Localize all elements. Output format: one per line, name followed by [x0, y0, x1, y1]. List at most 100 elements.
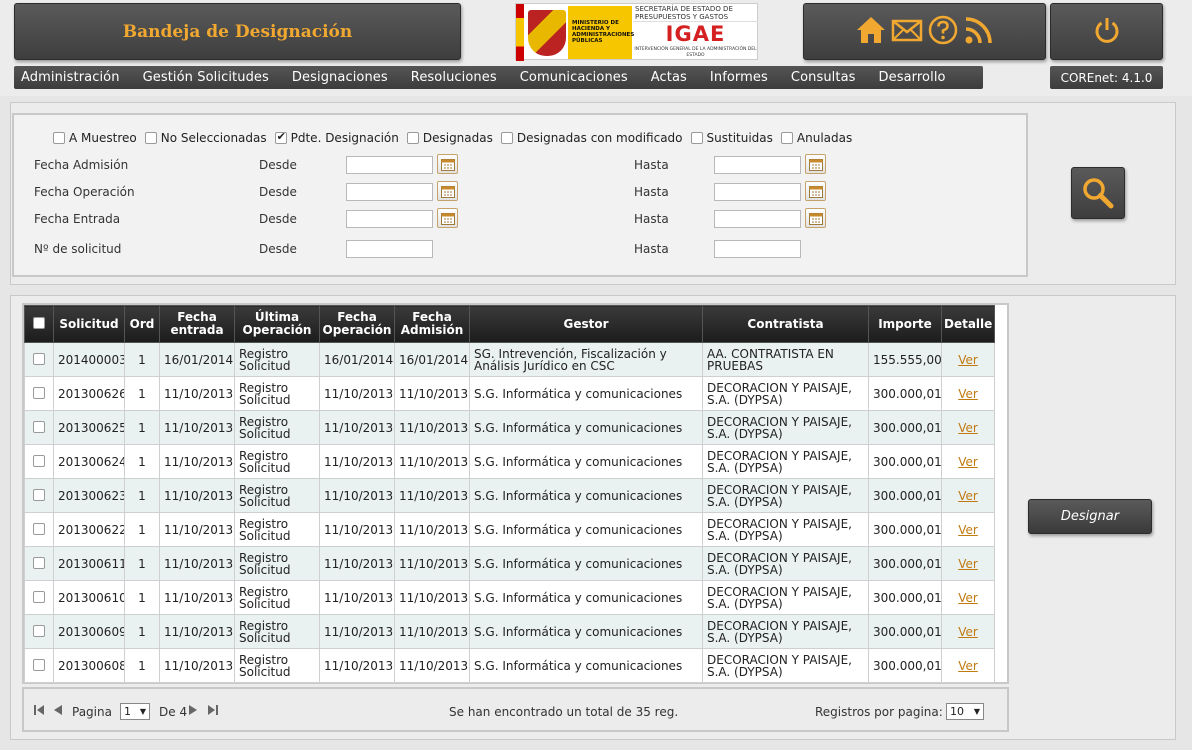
- menu-resoluciones[interactable]: Resoluciones: [411, 70, 497, 85]
- row-checkbox[interactable]: [33, 658, 45, 671]
- fecha-admision-desde-input[interactable]: [346, 156, 433, 174]
- fecha-entrada-desde-input[interactable]: [346, 210, 433, 228]
- menu-desarrollo[interactable]: Desarrollo: [879, 70, 946, 85]
- state-sustituidas[interactable]: Sustituidas: [690, 131, 773, 145]
- designar-button[interactable]: Designar: [1028, 499, 1152, 534]
- help-icon[interactable]: [927, 14, 959, 49]
- cell-detalle: Ver: [941, 512, 995, 547]
- ver-link[interactable]: Ver: [958, 659, 978, 673]
- col-fecha-admision[interactable]: Fecha Admisión: [394, 305, 470, 343]
- select-all-checkbox[interactable]: [33, 316, 45, 329]
- table-row[interactable]: 201300608 1 11/10/2013 Registro Solicitud 11…: [24, 648, 995, 683]
- table-row[interactable]: 201300622 1 11/10/2013 Registro Solicitud 11…: [24, 512, 995, 547]
- calendar-icon[interactable]: [805, 154, 826, 174]
- ver-link[interactable]: Ver: [958, 489, 978, 503]
- cell-select: [24, 614, 54, 649]
- checkbox[interactable]: [53, 132, 65, 144]
- col-solicitud[interactable]: Solicitud: [53, 305, 125, 343]
- calendar-icon[interactable]: [437, 208, 458, 228]
- cell-contratista: DECORACION Y PAISAJE, S.A. (DYPSA): [702, 478, 869, 513]
- state-anuladas[interactable]: Anuladas: [780, 131, 852, 145]
- menu-actas[interactable]: Actas: [651, 70, 687, 85]
- row-checkbox[interactable]: [33, 522, 45, 535]
- ver-link[interactable]: Ver: [958, 591, 978, 605]
- col-fecha-operacion[interactable]: Fecha Operación: [319, 305, 395, 343]
- checkbox[interactable]: [780, 132, 793, 144]
- col-contratista[interactable]: Contratista: [702, 305, 869, 343]
- row-checkbox[interactable]: [33, 386, 45, 399]
- ver-link[interactable]: Ver: [958, 455, 978, 469]
- mail-icon[interactable]: [891, 16, 923, 47]
- next-page-icon[interactable]: [188, 704, 199, 719]
- row-checkbox[interactable]: [33, 624, 45, 637]
- num-solicitud-desde-input[interactable]: [346, 240, 433, 258]
- page-select[interactable]: 1 ▼: [120, 703, 150, 720]
- state-pdte-designacion[interactable]: Pdte. Designación: [274, 130, 399, 145]
- state-designadas-modificado[interactable]: Designadas con modificado: [500, 131, 683, 145]
- menu-gestion-solicitudes[interactable]: Gestión Solicitudes: [143, 70, 269, 85]
- calendar-icon[interactable]: [805, 208, 826, 228]
- col-fecha-entrada[interactable]: Fecha entrada: [159, 305, 235, 343]
- ver-link[interactable]: Ver: [958, 557, 978, 571]
- checkbox[interactable]: [406, 132, 419, 144]
- home-icon[interactable]: [855, 15, 887, 48]
- checkbox[interactable]: [500, 132, 513, 144]
- calendar-icon[interactable]: [437, 181, 458, 201]
- table-row[interactable]: 201300609 1 11/10/2013 Registro Solicitud 11…: [24, 614, 995, 649]
- table-row[interactable]: 201400003 1 16/01/2014 Registro Solicitud 16…: [24, 342, 995, 377]
- table-row[interactable]: 201300610 1 11/10/2013 Registro Solicitud 11…: [24, 580, 995, 615]
- col-ord[interactable]: Ord: [124, 305, 160, 343]
- first-page-icon[interactable]: [34, 704, 45, 719]
- col-detalle[interactable]: Detalle: [941, 305, 995, 343]
- checkbox-checked[interactable]: [274, 130, 287, 144]
- row-checkbox[interactable]: [33, 556, 45, 569]
- row-checkbox[interactable]: [33, 454, 45, 467]
- power-icon[interactable]: [1092, 15, 1122, 48]
- table-row[interactable]: 201300611 1 11/10/2013 Registro Solicitud 11…: [24, 546, 995, 581]
- row-checkbox[interactable]: [33, 352, 45, 365]
- checkbox[interactable]: [144, 132, 157, 144]
- cell-detalle: Ver: [941, 580, 995, 615]
- cell-solicitud: 201400003: [53, 342, 125, 377]
- col-importe[interactable]: Importe: [868, 305, 942, 343]
- table-row[interactable]: 201300625 1 11/10/2013 Registro Solicitud 11…: [24, 410, 995, 445]
- menu-consultas[interactable]: Consultas: [791, 70, 856, 85]
- col-gestor[interactable]: Gestor: [469, 305, 703, 343]
- row-checkbox[interactable]: [33, 420, 45, 433]
- col-ultima-operacion[interactable]: Última Operación: [234, 305, 320, 343]
- ver-link[interactable]: Ver: [958, 421, 978, 435]
- prev-page-icon[interactable]: [52, 704, 63, 719]
- fecha-admision-hasta-input[interactable]: [714, 156, 801, 174]
- row-checkbox[interactable]: [33, 590, 45, 603]
- table-row[interactable]: 201300623 1 11/10/2013 Registro Solicitud 11…: [24, 478, 995, 513]
- calendar-icon[interactable]: [805, 181, 826, 201]
- state-a-muestreo[interactable]: A Muestreo: [53, 131, 137, 145]
- cell-importe: 300.000,01: [868, 614, 942, 649]
- cell-ord: 1: [124, 342, 160, 377]
- checkbox[interactable]: [690, 132, 703, 144]
- ver-link[interactable]: Ver: [958, 387, 978, 401]
- fecha-entrada-hasta-input[interactable]: [714, 210, 801, 228]
- ver-link[interactable]: Ver: [958, 625, 978, 639]
- cell-solicitud: 201300611: [53, 546, 125, 581]
- rss-icon[interactable]: [963, 14, 995, 49]
- state-designadas[interactable]: Designadas: [406, 131, 493, 145]
- menu-designaciones[interactable]: Designaciones: [292, 70, 388, 85]
- num-solicitud-hasta-input[interactable]: [714, 240, 801, 258]
- fecha-operacion-hasta-input[interactable]: [714, 183, 801, 201]
- last-page-icon[interactable]: [207, 704, 218, 719]
- menu-comunicaciones[interactable]: Comunicaciones: [520, 70, 628, 85]
- state-no-seleccionadas[interactable]: No Seleccionadas: [144, 131, 267, 145]
- table-row[interactable]: 201300624 1 11/10/2013 Registro Solicitud 11…: [24, 444, 995, 479]
- per-page-select[interactable]: 10 ▼: [946, 703, 984, 720]
- search-button[interactable]: [1071, 167, 1125, 219]
- calendar-icon[interactable]: [437, 154, 458, 174]
- ver-link[interactable]: Ver: [958, 523, 978, 537]
- menu-administracion[interactable]: Administración: [21, 70, 120, 85]
- fecha-operacion-desde-input[interactable]: [346, 183, 433, 201]
- menu-informes[interactable]: Informes: [710, 70, 768, 85]
- igae-brand: IGAE: [665, 22, 726, 46]
- row-checkbox[interactable]: [33, 488, 45, 501]
- ver-link[interactable]: Ver: [958, 353, 978, 367]
- table-row[interactable]: 201300626 1 11/10/2013 Registro Solicitud 11…: [24, 376, 995, 411]
